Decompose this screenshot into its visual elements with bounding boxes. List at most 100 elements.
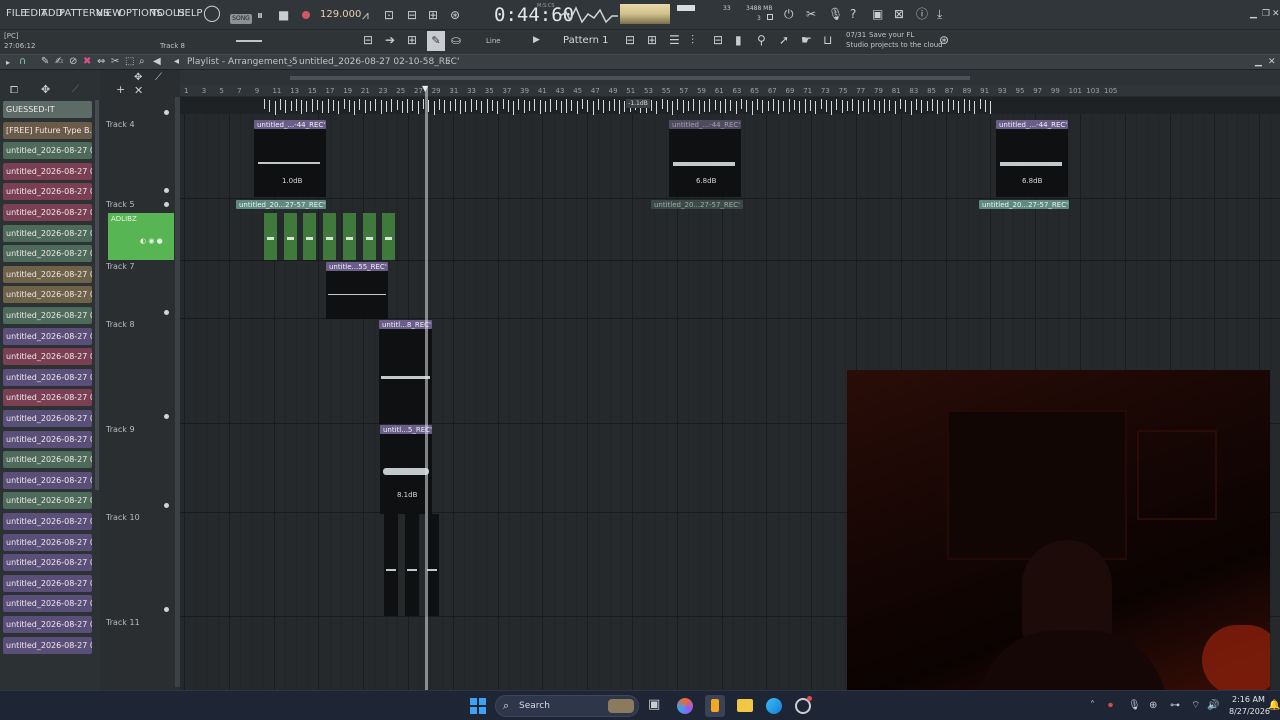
paint-tool-icon[interactable]: ⛀ xyxy=(451,33,461,47)
playlist-minimize-icon[interactable]: ▁ xyxy=(1255,55,1262,69)
browser-item[interactable]: untitled_2026-08-27 01-... xyxy=(3,245,92,263)
metronome-icon[interactable]: ⩘ xyxy=(362,8,369,22)
browser-item[interactable]: untitled_2026-08-27 02-... xyxy=(3,616,92,633)
record-icon[interactable] xyxy=(302,11,310,19)
delete-icon[interactable]: ⊘ xyxy=(69,55,77,69)
adlib-clip[interactable] xyxy=(362,213,376,260)
pattern-arrow-icon[interactable]: ▶ xyxy=(533,33,540,47)
track-9-header[interactable]: Track 9 xyxy=(106,425,176,434)
tray-chevron-icon[interactable]: ˄ xyxy=(1090,699,1095,713)
clip-track4-2[interactable]: 6.8dB xyxy=(669,129,741,197)
clip-track5-1-header[interactable]: untitled_20...27-57_REC' xyxy=(236,200,326,209)
time-scrollbar[interactable] xyxy=(180,70,1280,86)
copilot-icon[interactable] xyxy=(677,698,693,714)
clip-track7[interactable] xyxy=(326,271,388,319)
menu-help[interactable]: HELP xyxy=(177,8,202,19)
track-8-led[interactable] xyxy=(164,414,169,419)
pattern-selector[interactable]: Pattern 1 xyxy=(563,35,609,46)
browser-item[interactable]: GUESSED-IT xyxy=(3,101,92,118)
zoom-icon[interactable]: ⌕ xyxy=(139,55,145,69)
browser-item[interactable]: untitled_2026-08-27 01-... xyxy=(3,348,92,366)
clip-track7-header[interactable]: untitle...55_REC' xyxy=(326,262,388,271)
playlist-close-icon[interactable]: ✕ xyxy=(1268,55,1276,69)
browser-item[interactable]: untitled_2026-08-27 01-... xyxy=(3,327,92,345)
browser-item[interactable]: untitled_2026-08-27 01-... xyxy=(3,410,92,427)
channel-rack-icon[interactable]: ☰ xyxy=(669,33,680,47)
clip-track4-3[interactable]: 6.8dB xyxy=(996,129,1068,197)
adlib-clip[interactable] xyxy=(264,213,277,260)
tray-app-icon[interactable]: ⏺ xyxy=(1108,699,1113,713)
panic-icon[interactable]: ⏻ xyxy=(784,7,794,21)
add-track-icon[interactable]: + xyxy=(116,83,125,97)
pointer-icon[interactable]: ➚ xyxy=(779,33,789,47)
fl-studio-taskbar-icon[interactable] xyxy=(705,695,725,717)
playlist-menu-arrow-icon[interactable]: ▸ xyxy=(6,56,10,70)
adlib-clip[interactable] xyxy=(303,213,317,260)
stop-icon[interactable]: ■ xyxy=(278,8,289,22)
wifi-icon[interactable]: ⌔ xyxy=(1191,699,1200,713)
tracks-link-icon[interactable]: ⟋ xyxy=(155,71,162,85)
browser-icon[interactable]: ⊟ xyxy=(713,33,723,47)
notifications-icon[interactable]: 🔔 xyxy=(1268,699,1280,713)
clip-track10-1[interactable] xyxy=(384,514,398,616)
render-icon[interactable]: ⊠ xyxy=(894,7,904,21)
playhead[interactable] xyxy=(425,86,428,690)
mixer-icon[interactable]: ⫶ xyxy=(691,33,694,47)
piano-roll-icon[interactable]: ⊞ xyxy=(647,33,657,47)
browser-item[interactable]: untitled_2026-08-27 01-... xyxy=(3,265,92,283)
browser-item[interactable]: untitled_2026-08-27 02-... xyxy=(3,513,92,530)
info-icon[interactable]: ⓘ xyxy=(916,7,928,21)
step-edit-icon[interactable]: ⊞ xyxy=(428,8,438,22)
restore-window-icon[interactable]: ❐ xyxy=(1262,7,1270,21)
playlist-options-icon[interactable]: ◂ xyxy=(174,55,179,69)
start-icon[interactable] xyxy=(470,698,486,714)
browser-item[interactable]: untitled_2026-08-27 02-... xyxy=(3,471,92,489)
browser-item[interactable]: untitled_2026-08-27 01-... xyxy=(3,162,92,180)
blend-notes-icon[interactable]: ⊛ xyxy=(450,8,460,22)
countdown-icon[interactable]: ⊟ xyxy=(407,8,417,22)
browser-item[interactable]: untitled_2026-08-27 01-... xyxy=(3,451,92,469)
arrow-icon[interactable]: ➔ xyxy=(385,33,395,47)
close-window-icon[interactable]: ✕ xyxy=(1272,7,1280,21)
playback-icon[interactable]: ◀ xyxy=(153,55,161,69)
track-6-controls-icon[interactable]: ◐ ◉ ● xyxy=(140,237,163,245)
magnet-icon[interactable]: ∩ xyxy=(19,55,26,69)
browser-item[interactable]: untitled_2026-08-27 01-... xyxy=(3,430,92,448)
browser-item[interactable]: untitled_2026-08-27 02-... xyxy=(3,533,92,551)
track-6-header[interactable]: ADLIBZ ◐ ◉ ● xyxy=(108,213,174,260)
main-volume-slider[interactable] xyxy=(236,40,262,42)
adlib-clip[interactable] xyxy=(283,213,297,260)
browser-scrollbar[interactable] xyxy=(95,100,99,490)
clip-track10-2[interactable] xyxy=(405,514,419,616)
browser-item[interactable]: untitled_2026-08-27 02-... xyxy=(3,574,92,592)
track-8-header[interactable]: Track 8 xyxy=(106,320,176,329)
browser-item[interactable]: untitled_2026-08-27 01-... xyxy=(3,389,92,407)
minimize-window-icon[interactable]: ▁ xyxy=(1250,7,1257,21)
browser-item[interactable]: untitled_2026-08-27 01-... xyxy=(3,224,92,242)
snap-mode[interactable]: Line xyxy=(486,37,501,45)
track-9-led[interactable] xyxy=(164,503,169,508)
news-icon[interactable]: ⊛ xyxy=(939,33,949,47)
microphone-icon[interactable]: 🎙 xyxy=(828,7,843,21)
browser-item[interactable]: untitled_2026-08-27 02-... xyxy=(3,492,92,510)
tempo-display[interactable]: 129.000 xyxy=(320,9,361,20)
clip-track4-3-header[interactable]: untitled_...-44_REC' xyxy=(996,120,1068,129)
tray-usb-icon[interactable]: ⊶ xyxy=(1170,699,1180,713)
clip-track4-1[interactable]: 1.0dB xyxy=(254,129,326,197)
cart-icon[interactable]: ⊔ xyxy=(823,33,832,47)
mute-tool-icon[interactable]: ✖ xyxy=(83,55,91,69)
volume-icon[interactable]: 🔊 xyxy=(1207,699,1219,713)
disconnect-icon[interactable]: ✂ xyxy=(806,7,816,21)
clip-track4-2-header[interactable]: untitled_...-44_REC' xyxy=(669,120,741,129)
adlib-clip[interactable] xyxy=(342,213,356,260)
wait-input-icon[interactable]: ⊡ xyxy=(384,8,394,22)
file-explorer-icon[interactable] xyxy=(737,699,753,712)
tray-network-icon[interactable]: ⊕ xyxy=(1149,699,1157,713)
slip-icon[interactable]: ⇔ xyxy=(97,55,105,69)
track-7-led[interactable] xyxy=(164,310,169,315)
clock-time[interactable]: 2:16 AM xyxy=(1232,695,1265,704)
tempo-tap-icon[interactable]: ⚲ xyxy=(757,33,766,47)
track-4-header[interactable]: Track 4 xyxy=(106,120,176,129)
track-4-mute-dot[interactable] xyxy=(164,110,169,115)
time-scroll-thumb[interactable] xyxy=(290,76,970,80)
